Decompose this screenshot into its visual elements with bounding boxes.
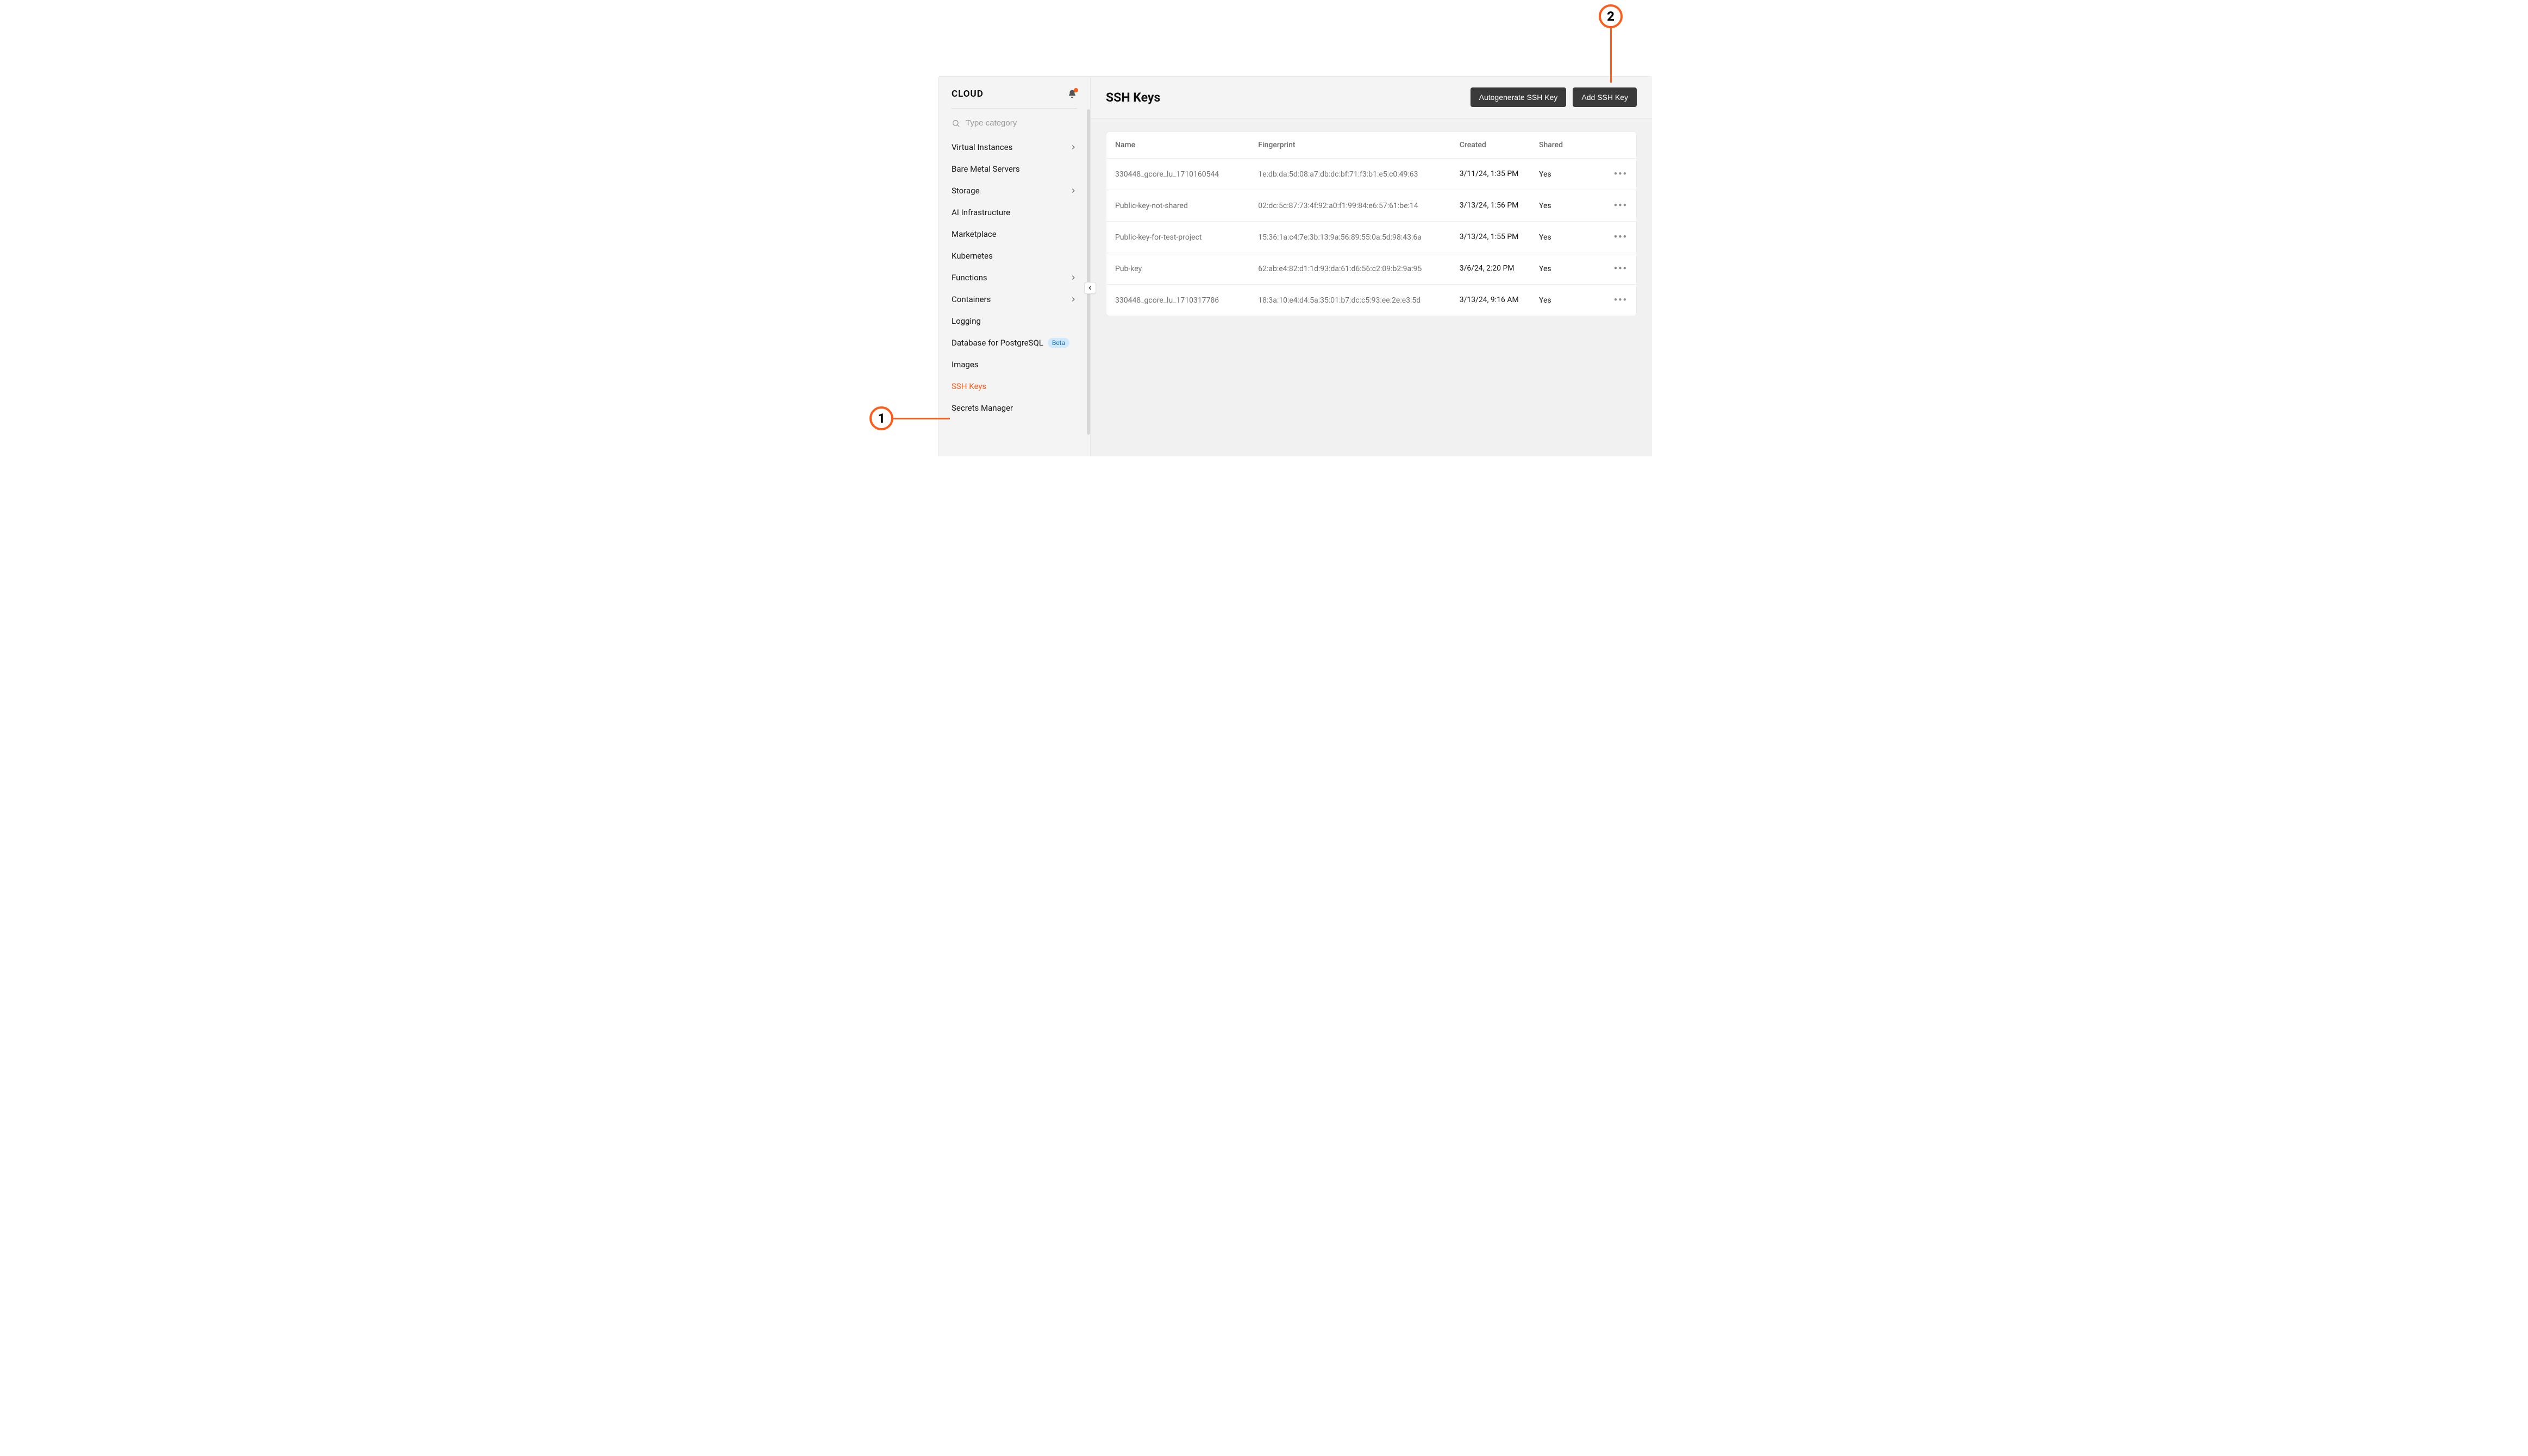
sidebar-scrollbar[interactable] xyxy=(1087,109,1090,435)
cell-shared: Yes xyxy=(1530,253,1594,285)
notifications-bell-icon[interactable] xyxy=(1067,89,1077,99)
cell-fingerprint: 15:36:1a:c4:7e:3b:13:9a:56:89:55:0a:5d:9… xyxy=(1249,222,1451,253)
cell-fingerprint: 1e:db:da:5d:08:a7:db:dc:bf:71:f3:b1:e5:c… xyxy=(1249,159,1451,190)
sidebar-item-bare-metal-servers[interactable]: Bare Metal Servers xyxy=(945,158,1084,180)
sidebar-item-label: Bare Metal Servers xyxy=(952,164,1020,174)
annotation-1: 1 xyxy=(869,406,893,430)
sidebar-search[interactable] xyxy=(938,118,1090,134)
table-row[interactable]: Public-key-not-shared02:dc:5c:87:73:4f:9… xyxy=(1106,190,1636,222)
sidebar-item-label: Secrets Manager xyxy=(952,403,1013,413)
cell-created: 3/11/24, 1:35 PM xyxy=(1451,159,1530,190)
notification-dot xyxy=(1074,88,1078,92)
cell-shared: Yes xyxy=(1530,222,1594,253)
sidebar-item-secrets-manager[interactable]: Secrets Manager xyxy=(945,397,1084,419)
sidebar: CLOUD Virtual Instances Bare Metal Server… xyxy=(938,77,1091,456)
sidebar-item-ssh-keys[interactable]: SSH Keys xyxy=(945,375,1084,397)
column-header-fingerprint[interactable]: Fingerprint xyxy=(1249,132,1451,159)
sidebar-item-label: Database for PostgreSQL xyxy=(952,338,1043,348)
chevron-right-icon xyxy=(1069,187,1077,194)
column-header-created[interactable]: Created xyxy=(1451,132,1530,159)
page-title: SSH Keys xyxy=(1106,90,1160,105)
beta-badge: Beta xyxy=(1048,338,1069,348)
row-actions-menu-icon[interactable]: ••• xyxy=(1614,263,1628,274)
sidebar-item-database-for-postgresql[interactable]: Database for PostgreSQL Beta xyxy=(945,332,1084,354)
cell-actions: ••• xyxy=(1594,159,1636,190)
row-actions-menu-icon[interactable]: ••• xyxy=(1614,231,1628,243)
sidebar-item-label: AI Infrastructure xyxy=(952,208,1010,217)
annotation-2: 2 xyxy=(1599,4,1623,28)
sidebar-item-label: Virtual Instances xyxy=(952,142,1012,152)
cell-created: 3/6/24, 2:20 PM xyxy=(1451,253,1530,285)
cell-name: Public-key-not-shared xyxy=(1106,190,1249,222)
cell-shared: Yes xyxy=(1530,159,1594,190)
table-row[interactable]: 330448_gcore_lu_17101605441e:db:da:5d:08… xyxy=(1106,159,1636,190)
chevron-right-icon xyxy=(1069,143,1077,151)
annotation-2-leader xyxy=(1610,28,1612,83)
cell-actions: ••• xyxy=(1594,190,1636,222)
sidebar-nav: Virtual Instances Bare Metal Servers Stora… xyxy=(938,134,1090,423)
cell-actions: ••• xyxy=(1594,222,1636,253)
cell-created: 3/13/24, 1:56 PM xyxy=(1451,190,1530,222)
chevron-right-icon xyxy=(1069,274,1077,281)
annotation-1-leader xyxy=(893,418,950,419)
search-input[interactable] xyxy=(966,118,1077,128)
sidebar-item-functions[interactable]: Functions xyxy=(945,267,1084,288)
cell-created: 3/13/24, 1:55 PM xyxy=(1451,222,1530,253)
app-window: CLOUD Virtual Instances Bare Metal Server… xyxy=(938,76,1652,456)
sidebar-item-label: Marketplace xyxy=(952,229,997,239)
chevron-right-icon xyxy=(1069,296,1077,303)
ssh-keys-table-card: Name Fingerprint Created Shared 330448_g… xyxy=(1106,131,1637,316)
sidebar-item-label: Storage xyxy=(952,186,980,196)
cell-name: 330448_gcore_lu_1710160544 xyxy=(1106,159,1249,190)
cell-fingerprint: 62:ab:e4:82:d1:1d:93:da:61:d6:56:c2:09:b… xyxy=(1249,253,1451,285)
table-row[interactable]: 330448_gcore_lu_171031778618:3a:10:e4:d4… xyxy=(1106,285,1636,316)
sidebar-collapse-toggle[interactable] xyxy=(1084,282,1096,294)
sidebar-item-label: Functions xyxy=(952,273,987,283)
sidebar-item-storage[interactable]: Storage xyxy=(945,180,1084,202)
main-panel: SSH Keys Autogenerate SSH Key Add SSH Ke… xyxy=(1091,77,1652,456)
sidebar-item-label: Containers xyxy=(952,294,991,304)
cell-name: Pub-key xyxy=(1106,253,1249,285)
sidebar-item-containers[interactable]: Containers xyxy=(945,288,1084,310)
row-actions-menu-icon[interactable]: ••• xyxy=(1614,200,1628,211)
sidebar-item-label: Kubernetes xyxy=(952,251,993,261)
annotation-1-label: 1 xyxy=(878,411,885,426)
sidebar-item-logging[interactable]: Logging xyxy=(945,310,1084,332)
chevron-left-icon xyxy=(1087,285,1093,291)
autogenerate-ssh-key-button[interactable]: Autogenerate SSH Key xyxy=(1471,87,1567,107)
topbar: SSH Keys Autogenerate SSH Key Add SSH Ke… xyxy=(1091,77,1652,118)
cell-actions: ••• xyxy=(1594,253,1636,285)
sidebar-item-virtual-instances[interactable]: Virtual Instances xyxy=(945,136,1084,158)
cell-fingerprint: 02:dc:5c:87:73:4f:92:a0:f1:99:84:e6:57:6… xyxy=(1249,190,1451,222)
sidebar-item-label: Images xyxy=(952,360,979,369)
sidebar-item-label: Logging xyxy=(952,316,981,326)
row-actions-menu-icon[interactable]: ••• xyxy=(1614,294,1628,306)
cell-created: 3/13/24, 9:16 AM xyxy=(1451,285,1530,316)
add-ssh-key-button[interactable]: Add SSH Key xyxy=(1573,87,1637,107)
search-icon xyxy=(952,119,960,128)
brand-title: CLOUD xyxy=(952,89,984,99)
sidebar-item-images[interactable]: Images xyxy=(945,354,1084,375)
sidebar-item-label: SSH Keys xyxy=(952,381,986,391)
annotation-2-label: 2 xyxy=(1607,9,1615,24)
column-header-actions xyxy=(1594,132,1636,159)
column-header-name[interactable]: Name xyxy=(1106,132,1249,159)
cell-shared: Yes xyxy=(1530,285,1594,316)
table-row[interactable]: Pub-key62:ab:e4:82:d1:1d:93:da:61:d6:56:… xyxy=(1106,253,1636,285)
cell-actions: ••• xyxy=(1594,285,1636,316)
column-header-shared[interactable]: Shared xyxy=(1530,132,1594,159)
cell-name: Public-key-for-test-project xyxy=(1106,222,1249,253)
ssh-keys-table: Name Fingerprint Created Shared 330448_g… xyxy=(1106,132,1636,316)
sidebar-item-kubernetes[interactable]: Kubernetes xyxy=(945,245,1084,267)
cell-fingerprint: 18:3a:10:e4:d4:5a:35:01:b7:dc:c5:93:ee:2… xyxy=(1249,285,1451,316)
cell-name: 330448_gcore_lu_1710317786 xyxy=(1106,285,1249,316)
sidebar-item-ai-infrastructure[interactable]: AI Infrastructure xyxy=(945,202,1084,223)
table-row[interactable]: Public-key-for-test-project15:36:1a:c4:7… xyxy=(1106,222,1636,253)
row-actions-menu-icon[interactable]: ••• xyxy=(1614,168,1628,180)
sidebar-divider xyxy=(952,108,1077,109)
cell-shared: Yes xyxy=(1530,190,1594,222)
sidebar-item-marketplace[interactable]: Marketplace xyxy=(945,223,1084,245)
